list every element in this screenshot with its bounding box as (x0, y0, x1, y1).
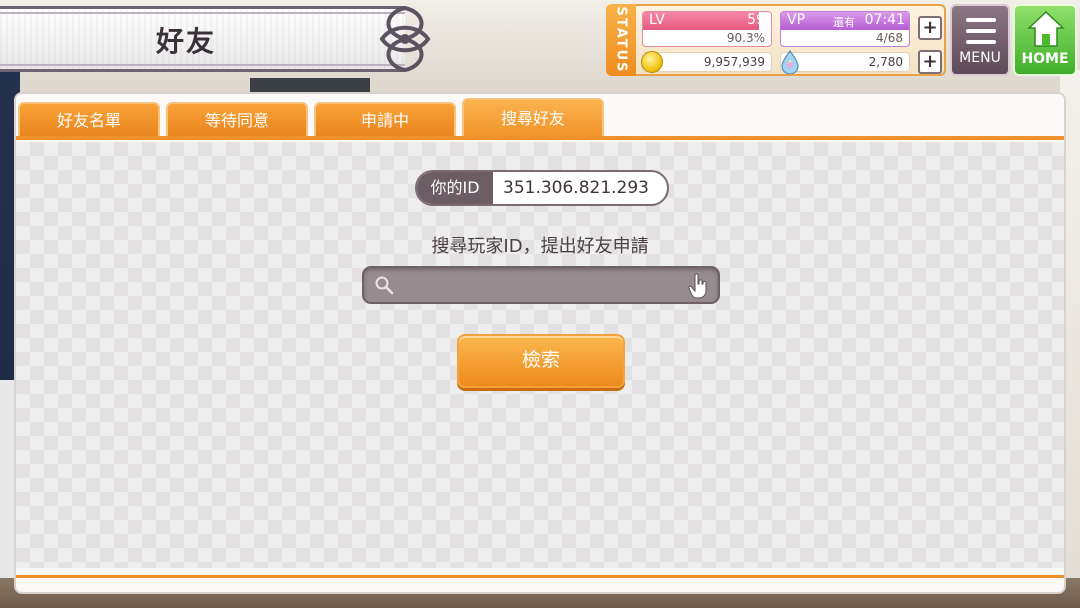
tab-requests-sent[interactable]: 申請中 (314, 102, 456, 140)
level-percent: 90.3% (726, 31, 765, 45)
menu-icon (966, 18, 996, 44)
gem-icon (781, 50, 799, 74)
tab-underline (16, 136, 1064, 140)
gem-plus-button[interactable]: + (918, 50, 942, 74)
vp-timer: 07:41 (864, 12, 905, 28)
search-friends-content: 你的ID 351.306.821.293 搜尋玩家ID，提出好友申請 檢索 (16, 142, 1064, 568)
home-icon (1027, 10, 1065, 47)
home-button[interactable]: HOME (1013, 4, 1077, 76)
your-id-value: 351.306.821.293 (503, 178, 650, 198)
search-icon (375, 276, 394, 295)
search-button[interactable]: 檢索 (457, 334, 625, 388)
title-banner: 好友 (0, 0, 440, 78)
status-tab-label: STATUS (613, 6, 629, 74)
gem-value: 2,780 (868, 55, 903, 69)
panel-bottom-rule (16, 575, 1064, 578)
page-title: 好友 (156, 25, 217, 58)
your-id-display: 你的ID 351.306.821.293 (415, 170, 669, 206)
vp-label: VP (787, 12, 806, 28)
pointer-hand-icon (688, 273, 707, 299)
tab-friend-list[interactable]: 好友名單 (18, 102, 160, 140)
menu-button[interactable]: MENU (950, 4, 1010, 76)
player-id-input[interactable] (402, 272, 682, 298)
player-id-search-box[interactable] (362, 266, 720, 304)
level-label: LV (649, 12, 665, 28)
gem-counter: 2,780 (780, 50, 910, 74)
coin-value: 9,957,939 (703, 55, 765, 69)
ornament-icon (379, 5, 431, 73)
status-tab: STATUS (606, 4, 636, 76)
vp-gauge: VP 還有 07:41 4/68 (780, 11, 910, 47)
coin-counter: 9,957,939 (641, 51, 772, 73)
search-caption: 搜尋玩家ID，提出好友申請 (431, 236, 649, 257)
level-gauge: LV 59 90.3% (642, 11, 772, 47)
level-value: 59 (747, 12, 765, 28)
vp-plus-button[interactable]: + (918, 16, 942, 40)
coin-icon (641, 51, 663, 73)
your-id-label: 你的ID (417, 172, 493, 204)
vp-count: 4/68 (876, 31, 903, 45)
home-label: HOME (1021, 51, 1069, 67)
main-panel: 好友名單 等待同意 申請中 搜尋好友 你的ID 351.306.821.293 … (14, 92, 1066, 594)
menu-label: MENU (959, 50, 1001, 66)
status-panel: STATUS LV 59 90.3% VP 還有 07:41 4/68 + 9,… (606, 4, 946, 76)
tab-pending-approval[interactable]: 等待同意 (166, 102, 308, 140)
vp-timer-label: 還有 (833, 16, 855, 29)
tab-search-friends[interactable]: 搜尋好友 (462, 98, 604, 140)
